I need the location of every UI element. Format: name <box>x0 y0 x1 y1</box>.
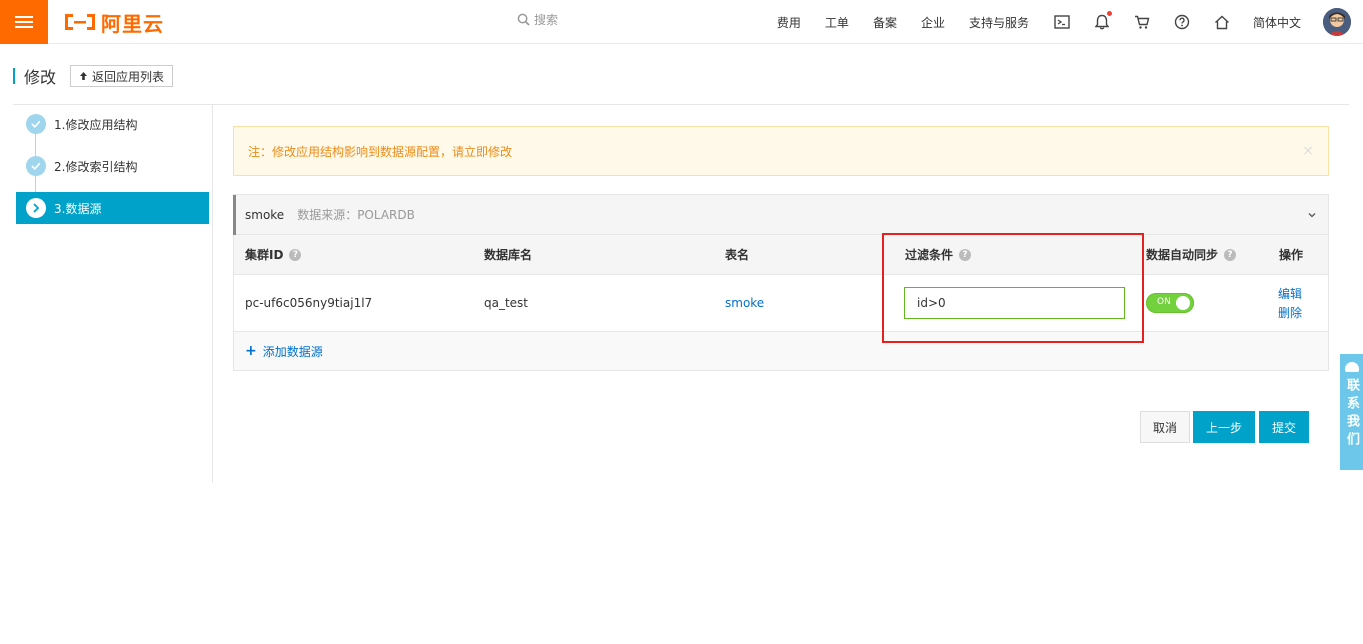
panel-name: smoke <box>245 207 285 222</box>
chevron-down-icon[interactable] <box>1308 207 1316 221</box>
home-icon[interactable] <box>1213 13 1231 31</box>
notice-close-icon[interactable]: × <box>1302 143 1314 159</box>
title-accent-bar <box>13 68 15 84</box>
edit-link[interactable]: 编辑 <box>1278 285 1302 302</box>
column-header-label: 数据自动同步 <box>1146 248 1219 262</box>
top-nav: 费用 工单 备案 企业 支持与服务 简体中文 <box>777 0 1363 44</box>
page-header: 修改 返回应用列表 <box>13 64 174 88</box>
user-avatar[interactable] <box>1323 8 1351 36</box>
contact-us-float[interactable]: 联系我们 <box>1340 354 1363 470</box>
filter-cell <box>904 275 1125 331</box>
step-label: 1.修改应用结构 <box>54 117 138 132</box>
nav-item-billing[interactable]: 费用 <box>777 14 801 31</box>
contact-us-label: 联系我们 <box>1344 378 1359 450</box>
toggle-label: ON <box>1157 297 1171 307</box>
actions-cell: 编辑 删除 <box>1278 275 1302 331</box>
aliyun-logo[interactable]: 阿里云 <box>63 9 164 36</box>
add-data-source-link[interactable]: 添加数据源 <box>263 343 323 360</box>
aliyun-logo-icon <box>65 14 95 30</box>
data-source-panel: smoke 数据来源：POLARDB 集群ID ? 数据库名 表名 过滤条件 ?… <box>233 194 1329 371</box>
column-header-actions: 操作 <box>1279 235 1303 274</box>
column-header-cluster-id: 集群ID ? <box>245 235 302 274</box>
plus-icon[interactable]: + <box>245 343 257 359</box>
add-data-source-row: + 添加数据源 <box>234 332 1328 370</box>
column-header-auto-sync: 数据自动同步 ? <box>1146 235 1237 274</box>
filter-condition-input[interactable] <box>904 287 1125 319</box>
question-icon[interactable]: ? <box>959 248 972 261</box>
sidebar-divider <box>212 105 213 483</box>
column-header-label: 操作 <box>1279 248 1304 262</box>
menu-icon-line <box>15 21 33 23</box>
step-list: 1.修改应用结构 2.修改索引结构 3.数据源 <box>16 108 209 234</box>
nav-item-support[interactable]: 支持与服务 <box>969 14 1029 31</box>
bell-icon[interactable] <box>1093 11 1112 31</box>
terminal-icon[interactable] <box>1053 13 1071 31</box>
column-header-db-name: 数据库名 <box>484 235 532 274</box>
delete-link[interactable]: 删除 <box>1278 304 1302 321</box>
search-box[interactable]: 搜索 <box>517 11 558 28</box>
panel-source: 数据来源：POLARDB <box>297 208 415 222</box>
top-navbar: 阿里云 搜索 费用 工单 备案 企业 支持与服务 简体中文 <box>0 0 1363 44</box>
check-icon <box>26 156 46 176</box>
table-header: 集群ID ? 数据库名 表名 过滤条件 ? 数据自动同步 ? 操作 <box>234 235 1328 275</box>
search-icon <box>517 13 530 26</box>
check-icon <box>26 114 46 134</box>
notice-text: 注：修改应用结构影响到数据源配置，请立即修改 <box>248 144 513 159</box>
step-modify-app-structure[interactable]: 1.修改应用结构 <box>16 108 209 140</box>
submit-button[interactable]: 提交 <box>1259 411 1309 443</box>
nav-item-tickets[interactable]: 工单 <box>825 14 849 31</box>
cart-icon[interactable] <box>1133 13 1151 31</box>
toggle-knob <box>1176 296 1190 310</box>
page-title: 修改 <box>24 68 57 87</box>
cell-db-name: qa_test <box>484 296 529 310</box>
question-icon[interactable]: ? <box>289 248 302 261</box>
menu-icon-line <box>15 26 33 28</box>
column-header-filter: 过滤条件 ? <box>905 235 972 274</box>
panel-accent-bar <box>233 195 236 235</box>
auto-sync-toggle[interactable]: ON <box>1146 293 1194 313</box>
back-button-label: 返回应用列表 <box>92 69 165 84</box>
chat-icon <box>1344 362 1359 372</box>
column-header-label: 过滤条件 <box>905 248 954 262</box>
sync-cell: ON <box>1146 275 1194 331</box>
help-icon[interactable] <box>1173 13 1191 31</box>
step-label: 2.修改索引结构 <box>54 159 138 174</box>
table-row: pc-uf6c056ny9tiaj1l7 qa_test smoke ON 编辑… <box>234 275 1328 332</box>
column-header-label: 数据库名 <box>484 248 533 262</box>
nav-item-enterprise[interactable]: 企业 <box>921 14 945 31</box>
arrow-up-icon <box>80 72 88 80</box>
header-divider <box>13 104 1349 105</box>
column-header-table-name: 表名 <box>725 235 749 274</box>
step-modify-index-structure[interactable]: 2.修改索引结构 <box>16 150 209 182</box>
back-to-app-list-button[interactable]: 返回应用列表 <box>70 65 174 87</box>
previous-step-button[interactable]: 上一步 <box>1193 411 1255 443</box>
cell-cluster-id: pc-uf6c056ny9tiaj1l7 <box>245 296 373 310</box>
column-header-label: 集群ID <box>245 248 284 262</box>
step-label: 3.数据源 <box>54 201 102 216</box>
step-data-source[interactable]: 3.数据源 <box>16 192 209 224</box>
column-header-label: 表名 <box>725 248 750 262</box>
menu-icon-line <box>15 16 33 18</box>
question-icon[interactable]: ? <box>1224 248 1237 261</box>
nav-item-icp[interactable]: 备案 <box>873 14 897 31</box>
search-placeholder: 搜索 <box>534 13 559 27</box>
cancel-button[interactable]: 取消 <box>1140 411 1190 443</box>
table-name-link[interactable]: smoke <box>725 275 764 331</box>
logo-text: 阿里云 <box>101 11 164 36</box>
language-switch[interactable]: 简体中文 <box>1253 14 1301 31</box>
panel-header[interactable]: smoke 数据来源：POLARDB <box>233 195 1328 235</box>
hamburger-menu-button[interactable] <box>0 0 48 44</box>
chevron-right-icon <box>26 198 46 218</box>
notification-dot <box>1106 11 1112 16</box>
warning-notice: 注：修改应用结构影响到数据源配置，请立即修改 × <box>233 126 1329 176</box>
